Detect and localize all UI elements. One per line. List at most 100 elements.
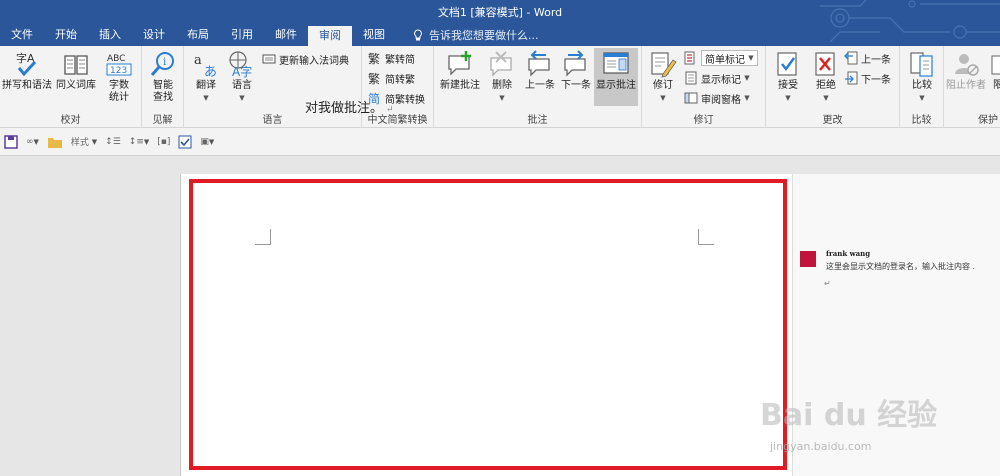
magnifier-info-icon: i: [150, 52, 174, 76]
group-compare: 比较 ▼ 比较: [900, 46, 944, 128]
next-comment-button[interactable]: 下一条: [558, 50, 594, 92]
baidu-watermark: Bai du 经验: [760, 398, 938, 433]
new-comment-icon: [448, 51, 471, 76]
next-change-button[interactable]: 下一条: [844, 70, 891, 86]
markup-select-value: 简单标记: [705, 54, 745, 66]
tab-file[interactable]: 文件: [0, 24, 44, 46]
markup-select[interactable]: 简单标记 ▼: [684, 50, 758, 66]
language-caret-icon: ▼: [239, 94, 245, 102]
group-comments: 新建批注 删除 ▼ 上一条 下一条 显示批注 批注: [434, 46, 642, 128]
svg-text:あ: あ: [204, 65, 217, 78]
compare-button[interactable]: 比较 ▼: [904, 50, 940, 104]
language-button[interactable]: A字 语言 ▼: [226, 50, 258, 104]
ribbon: 字A 拼写和语法 同义词库 ABC 123 字数 统计 校对 i 智能 查找 见…: [0, 46, 1000, 128]
restrict-editing-button[interactable]: 限: [988, 50, 1000, 92]
track-changes-button[interactable]: 修订 ▼: [646, 50, 680, 104]
previous-comment-icon: [528, 50, 550, 77]
group-label-proofing: 校对: [60, 115, 81, 126]
reject-icon: [815, 52, 835, 76]
trad-to-simp-icon: 繁: [368, 51, 380, 65]
tab-home[interactable]: 开始: [44, 24, 88, 46]
group-label-tracking: 修订: [693, 115, 714, 126]
word-count-button[interactable]: ABC 123 字数 统计: [100, 50, 138, 104]
spelling-grammar-button[interactable]: 字A 拼写和语法: [2, 50, 52, 92]
svg-text:A字: A字: [232, 64, 252, 78]
language-globe-icon: A字: [229, 51, 252, 78]
group-insights: i 智能 查找 见解: [142, 46, 184, 128]
show-comments-button[interactable]: 显示批注: [594, 48, 638, 106]
show-markup-button[interactable]: 显示标记 ▼: [684, 70, 750, 86]
checkbox-icon[interactable]: [178, 135, 192, 149]
brackets-icon[interactable]: [▪]: [157, 137, 170, 147]
markup-icon: [684, 51, 695, 65]
word-count-icon: ABC 123: [106, 54, 132, 76]
avatar: [800, 251, 816, 267]
next-change-icon: [845, 71, 858, 85]
svg-text:ABC: ABC: [107, 54, 125, 64]
save-icon[interactable]: [4, 134, 18, 149]
keyboard-icon: [262, 54, 276, 64]
reviewing-pane-icon: [684, 92, 698, 104]
tab-design[interactable]: 设计: [132, 24, 176, 46]
simplified-to-traditional-button[interactable]: 繁 简转繁: [368, 70, 415, 86]
paragraph-mark: ↵: [386, 105, 394, 115]
accept-caret-icon: ▼: [785, 94, 791, 102]
tab-insert[interactable]: 插入: [88, 24, 132, 46]
tab-layout[interactable]: 布局: [176, 24, 220, 46]
previous-comment-button[interactable]: 上一条: [522, 50, 558, 92]
comment-text[interactable]: 这里会显示文档的登录名，输入批注内容 .: [826, 261, 975, 272]
delete-caret-icon: ▼: [499, 94, 505, 102]
tab-mailings[interactable]: 邮件: [264, 24, 308, 46]
highlight-rectangle: [189, 179, 787, 470]
traditional-to-simplified-button[interactable]: 繁 繁转简: [368, 50, 415, 66]
group-label-comments: 批注: [527, 115, 548, 126]
translate-button[interactable]: a あ 翻译 ▼: [188, 50, 224, 104]
translate-caret-icon: ▼: [203, 94, 209, 102]
line-spacing-icon[interactable]: ↕☰: [105, 137, 121, 147]
group-label-protect: 保护: [978, 115, 998, 126]
tab-view[interactable]: 视图: [352, 24, 396, 46]
reviewing-pane-button[interactable]: 审阅窗格 ▼: [684, 90, 750, 106]
svg-text:a: a: [194, 53, 202, 68]
picture-icon[interactable]: ▣ ▼: [200, 137, 214, 147]
delete-comment-icon: [490, 51, 512, 77]
style-dropdown[interactable]: 样式 ▼: [71, 135, 97, 149]
show-comments-icon: [603, 52, 629, 74]
next-comment-icon: [564, 50, 586, 77]
circuit-decoration-icon: [820, 0, 1000, 43]
reject-button[interactable]: 拒绝 ▼: [808, 50, 844, 104]
document-body-text[interactable]: 对我做批注。 ↵: [305, 97, 394, 116]
group-protect: 阻止作者 限 保护: [944, 46, 1000, 128]
smart-lookup-button[interactable]: i 智能 查找: [146, 50, 180, 104]
block-authors-button[interactable]: 阻止作者: [946, 50, 986, 92]
comment-author: frank wang: [826, 249, 871, 258]
tab-review[interactable]: 审阅: [308, 26, 352, 46]
baidu-watermark-url: jingyan.baidu.com: [770, 440, 872, 453]
tell-me-box[interactable]: 告诉我您想要做什么...: [396, 24, 539, 46]
infinity-icon[interactable]: ∞ ▼: [26, 137, 39, 147]
group-label-compare: 比较: [911, 115, 932, 126]
svg-text:123: 123: [110, 66, 127, 76]
block-authors-icon: [955, 54, 979, 76]
accept-button[interactable]: 接受 ▼: [770, 50, 806, 104]
update-ime-dictionary-button[interactable]: 更新输入法词典: [262, 51, 349, 67]
folder-icon[interactable]: [47, 135, 63, 149]
compare-icon: [910, 52, 933, 77]
translate-icon: a あ: [194, 53, 217, 78]
track-caret-icon: ▼: [660, 94, 666, 102]
track-changes-icon: [651, 52, 677, 78]
restrict-editing-icon: [991, 55, 1000, 75]
quick-access-toolbar: ∞ ▼ 样式 ▼ ↕☰ ↕≡ ▼ [▪] ▣ ▼: [0, 128, 1000, 156]
previous-change-button[interactable]: 上一条: [844, 50, 891, 66]
lightbulb-icon: [414, 29, 422, 41]
reject-caret-icon: ▼: [823, 94, 829, 102]
tell-me-placeholder: 告诉我您想要做什么...: [429, 29, 539, 42]
book-icon: [64, 55, 88, 75]
ribbon-tabs: 文件 开始 插入 设计 布局 引用 邮件 审阅 视图 告诉我您想要做什么...: [0, 24, 539, 46]
new-comment-button[interactable]: 新建批注: [438, 50, 482, 92]
spelling-check-icon: 字A: [16, 51, 37, 77]
thesaurus-button[interactable]: 同义词库: [54, 50, 98, 92]
delete-comment-button[interactable]: 删除 ▼: [484, 50, 520, 104]
paragraph-spacing-icon[interactable]: ↕≡ ▼: [129, 137, 149, 147]
tab-references[interactable]: 引用: [220, 24, 264, 46]
